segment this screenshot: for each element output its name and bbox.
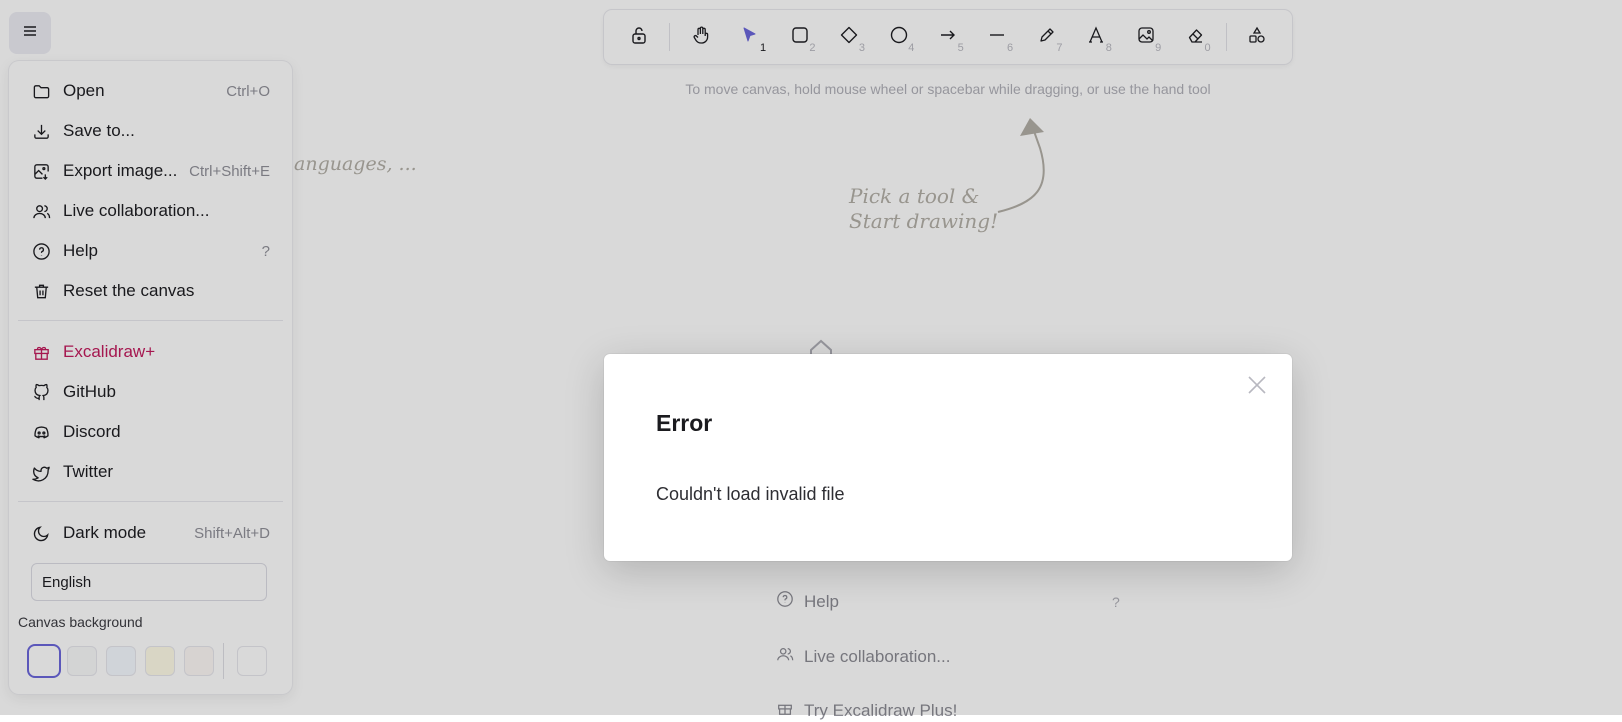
error-dialog: Error Couldn't load invalid file (604, 354, 1292, 561)
close-icon (1246, 374, 1268, 401)
close-button[interactable] (1242, 372, 1272, 402)
dialog-message: Couldn't load invalid file (656, 484, 845, 504)
dialog-title: Error (656, 410, 713, 436)
